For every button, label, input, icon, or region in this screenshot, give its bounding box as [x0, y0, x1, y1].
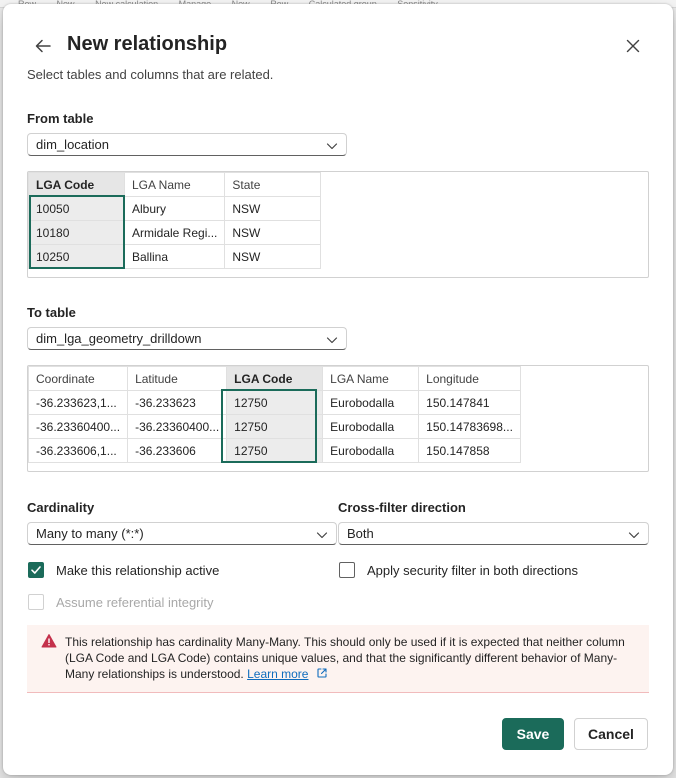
table-cell[interactable]: 10050: [28, 196, 125, 221]
make-active-option[interactable]: Make this relationship active: [28, 562, 219, 578]
close-button[interactable]: [621, 34, 645, 58]
learn-more-link[interactable]: Learn more: [247, 667, 308, 681]
chevron-down-icon: [326, 143, 338, 150]
table-cell[interactable]: -36.233623,1...: [27, 390, 129, 415]
save-button[interactable]: Save: [502, 718, 564, 750]
to-table-grid: Coordinate Latitude LGA Code LGA Name Lo…: [27, 366, 521, 463]
table-cell[interactable]: NSW: [224, 196, 322, 221]
security-filter-label: Apply security filter in both directions: [367, 562, 578, 578]
chevron-down-icon: [326, 337, 338, 344]
dialog-title: New relationship: [67, 33, 228, 55]
column-header-lga-code[interactable]: LGA Code: [28, 172, 125, 197]
table-row: -36.233606,1... -36.233606 12750 Eurobod…: [27, 438, 521, 463]
cross-filter-dropdown[interactable]: Both: [338, 522, 649, 545]
table-cell[interactable]: Albury: [123, 196, 226, 221]
referential-integrity-option: Assume referential integrity: [28, 594, 214, 610]
make-active-label: Make this relationship active: [56, 562, 220, 578]
table-cell[interactable]: -36.23360400...: [27, 414, 129, 439]
table-cell[interactable]: Eurobodalla: [322, 438, 420, 463]
to-table-preview: Coordinate Latitude LGA Code LGA Name Lo…: [27, 365, 649, 472]
table-cell[interactable]: Eurobodalla: [322, 390, 420, 415]
from-table-value: dim_location: [36, 137, 109, 152]
checkmark-icon: [31, 566, 41, 574]
referential-integrity-checkbox: [28, 594, 44, 610]
from-table-preview: LGA Code LGA Name State 10050 Albury NSW…: [27, 171, 649, 278]
chevron-down-icon: [628, 532, 640, 539]
table-cell[interactable]: Armidale Regi...: [123, 220, 226, 245]
table-cell[interactable]: 150.147858: [418, 438, 521, 463]
open-external-icon[interactable]: [316, 667, 328, 679]
column-header-latitude[interactable]: Latitude: [127, 366, 228, 391]
table-cell[interactable]: 150.147841: [418, 390, 521, 415]
column-header-lga-name[interactable]: LGA Name: [123, 172, 226, 197]
table-row: 10050 Albury NSW: [28, 196, 322, 221]
from-table-dropdown[interactable]: dim_location: [27, 133, 347, 156]
to-table-label: To table: [27, 305, 76, 320]
to-table-dropdown[interactable]: dim_lga_geometry_drilldown: [27, 327, 347, 350]
dialog-subtitle: Select tables and columns that are relat…: [27, 67, 274, 82]
cardinality-warning: This relationship has cardinality Many-M…: [27, 625, 649, 693]
cardinality-label: Cardinality: [27, 500, 95, 515]
chevron-down-icon: [316, 532, 328, 539]
column-header-coordinate[interactable]: Coordinate: [27, 366, 129, 391]
security-filter-option[interactable]: Apply security filter in both directions: [339, 562, 578, 578]
warning-icon: [41, 634, 57, 648]
security-filter-checkbox[interactable]: [339, 562, 355, 578]
warning-message: This relationship has cardinality Many-M…: [65, 634, 635, 682]
table-row: -36.23360400... -36.23360400... 12750 Eu…: [27, 414, 521, 439]
table-cell[interactable]: -36.233606,1...: [27, 438, 129, 463]
arrow-left-icon: [35, 39, 51, 53]
from-table-grid: LGA Code LGA Name State 10050 Albury NSW…: [28, 172, 322, 269]
from-table-label: From table: [27, 111, 94, 126]
table-header-row: LGA Code LGA Name State: [28, 172, 322, 197]
table-cell[interactable]: -36.233623: [127, 390, 228, 415]
referential-integrity-label: Assume referential integrity: [56, 594, 214, 610]
cross-filter-label: Cross-filter direction: [338, 500, 466, 515]
new-relationship-dialog: New relationship Select tables and colum…: [3, 4, 673, 775]
table-cell[interactable]: 10250: [28, 244, 125, 269]
close-icon: [626, 39, 640, 53]
table-cell[interactable]: NSW: [224, 244, 322, 269]
table-cell[interactable]: -36.23360400...: [127, 414, 228, 439]
cardinality-value: Many to many (*:*): [36, 526, 144, 541]
table-header-row: Coordinate Latitude LGA Code LGA Name Lo…: [27, 366, 521, 391]
table-cell[interactable]: 10180: [28, 220, 125, 245]
table-row: 10180 Armidale Regi... NSW: [28, 220, 322, 245]
table-cell[interactable]: Ballina: [123, 244, 226, 269]
column-header-longitude[interactable]: Longitude: [418, 366, 521, 391]
table-row: 10250 Ballina NSW: [28, 244, 322, 269]
make-active-checkbox[interactable]: [28, 562, 44, 578]
column-header-lga-name[interactable]: LGA Name: [322, 366, 420, 391]
back-button[interactable]: [31, 34, 55, 58]
table-cell[interactable]: Eurobodalla: [322, 414, 420, 439]
table-cell[interactable]: 150.14783698...: [418, 414, 521, 439]
cancel-button[interactable]: Cancel: [574, 718, 648, 750]
table-cell[interactable]: NSW: [224, 220, 322, 245]
warning-text: This relationship has cardinality Many-M…: [65, 635, 625, 681]
column-header-lga-code[interactable]: LGA Code: [226, 366, 324, 391]
table-cell[interactable]: 12750: [226, 438, 324, 463]
column-header-state[interactable]: State: [224, 172, 322, 197]
cross-filter-value: Both: [347, 526, 374, 541]
table-cell[interactable]: -36.233606: [127, 438, 228, 463]
table-row: -36.233623,1... -36.233623 12750 Eurobod…: [27, 390, 521, 415]
table-cell[interactable]: 12750: [226, 390, 324, 415]
table-cell[interactable]: 12750: [226, 414, 324, 439]
to-table-value: dim_lga_geometry_drilldown: [36, 331, 202, 346]
cardinality-dropdown[interactable]: Many to many (*:*): [27, 522, 337, 545]
